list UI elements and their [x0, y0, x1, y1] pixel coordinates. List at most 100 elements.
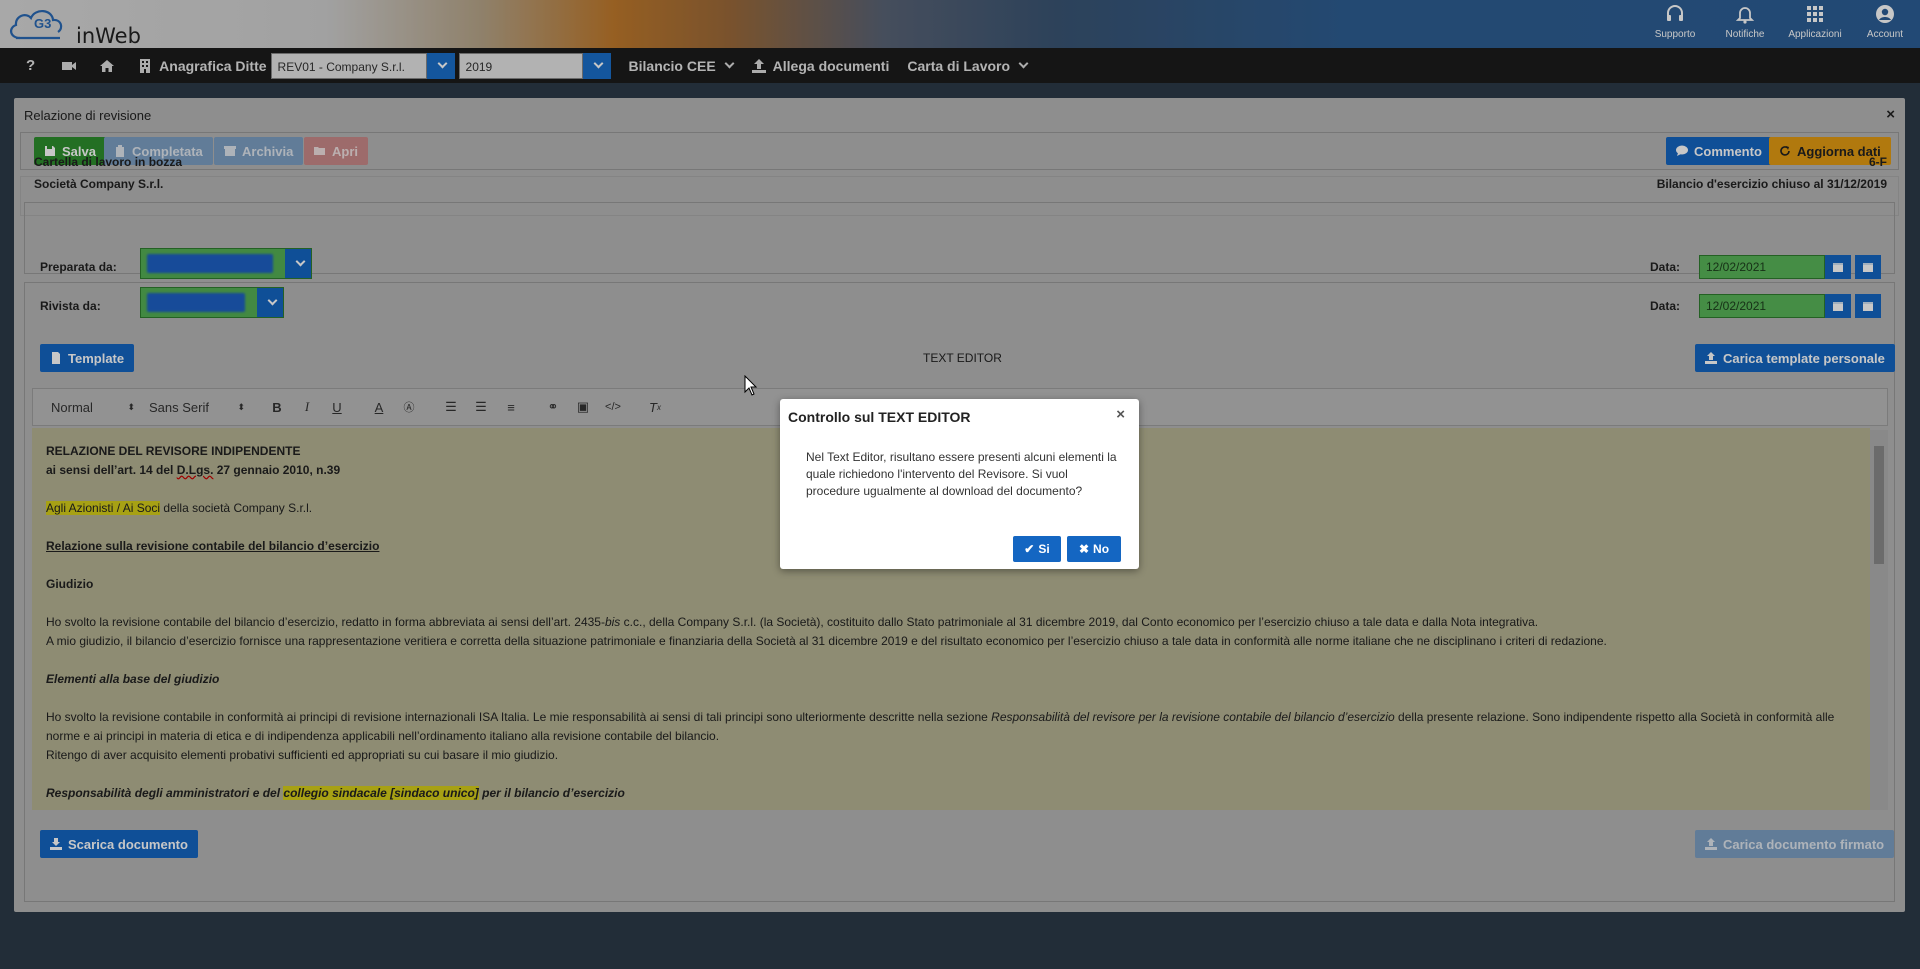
sheet-code: 6-F — [1869, 155, 1887, 169]
account-button[interactable]: Account — [1850, 0, 1920, 48]
link-icon[interactable]: ⚭ — [545, 399, 561, 415]
company-select-value: REV01 - Company S.r.l. — [270, 52, 427, 79]
p3-a: Ho svolto la revisione contabile in conf… — [46, 710, 992, 724]
underline-icon[interactable]: U — [329, 399, 345, 415]
company-text: Società Company S.r.l. — [34, 177, 164, 191]
text-color-icon[interactable]: A — [371, 399, 387, 415]
status-text: Cartella di lavoro in bozza — [34, 155, 183, 169]
calendar-icon[interactable] — [1855, 255, 1881, 279]
p1-bis: bis — [604, 615, 621, 629]
doc-addressee-rest: della società Company S.r.l. — [160, 501, 313, 515]
p1-b: c.c., della Company S.r.l. (la Società),… — [620, 615, 1539, 629]
archive-icon — [224, 146, 236, 156]
logo-letters: G3 — [34, 16, 52, 31]
bell-icon — [1735, 7, 1755, 24]
x-icon: ✖ — [1078, 542, 1090, 556]
template-button[interactable]: Template — [40, 344, 135, 372]
scarica-button[interactable]: Scarica documento — [40, 830, 198, 858]
carica-template-button[interactable]: Carica template personale — [1695, 344, 1895, 372]
archivia-label: Archivia — [242, 143, 294, 159]
folder-open-icon — [314, 147, 325, 155]
bullet-list-icon[interactable]: ☰ — [473, 399, 489, 415]
chevron-down-icon[interactable] — [285, 249, 311, 278]
yes-label: Si — [1038, 542, 1050, 556]
applications-label: Applicazioni — [1788, 29, 1842, 40]
highlight: Agli Azionisti / Ai Soci — [46, 501, 161, 515]
italic-icon[interactable]: I — [299, 399, 315, 415]
anagrafica-label: Anagrafica Ditte — [159, 57, 267, 74]
upload-icon — [1705, 838, 1717, 850]
company-select[interactable]: REV01 - Company S.r.l. — [270, 52, 455, 79]
headset-icon — [1667, 5, 1683, 21]
avatar — [147, 254, 273, 273]
close-icon[interactable]: × — [1116, 406, 1125, 423]
p1-a: Ho svolto la revisione contabile del bil… — [46, 615, 605, 629]
format-select[interactable]: Normal ⬍ — [51, 400, 135, 415]
image-icon[interactable]: ▣ — [575, 399, 591, 415]
applications-button[interactable]: Applicazioni — [1780, 0, 1850, 48]
preparata-select[interactable] — [140, 248, 312, 279]
align-icon[interactable]: ≡ — [503, 399, 519, 415]
video-camera-icon — [62, 61, 77, 70]
resp-a: Responsabilità degli amministratori e de… — [46, 786, 284, 800]
clear-format-icon[interactable]: Tx — [647, 399, 663, 415]
no-button[interactable]: ✖ No — [1067, 536, 1121, 562]
chevron-down-icon[interactable] — [582, 52, 611, 79]
account-label: Account — [1866, 29, 1904, 40]
font-select[interactable]: Sans Serif ⬍ — [149, 400, 245, 415]
carta-menu[interactable]: Carta di Lavoro — [907, 58, 1029, 74]
upload-icon — [1705, 352, 1717, 364]
year-select[interactable]: 2019 — [458, 52, 611, 79]
home-button[interactable] — [99, 58, 115, 74]
notifications-label: Notifiche — [1725, 29, 1765, 40]
carica-firmato-button[interactable]: Carica documento firmato — [1695, 830, 1895, 858]
main-menubar: ? Anagrafica Ditte REV01 - Company S.r.l… — [0, 48, 1920, 83]
help-button[interactable]: ? — [26, 57, 35, 74]
chevron-down-icon[interactable] — [426, 52, 455, 79]
support-button[interactable]: Supporto — [1640, 0, 1710, 48]
chevron-down-icon — [724, 58, 735, 69]
bilancio-menu[interactable]: Bilancio CEE — [628, 57, 735, 74]
video-button[interactable] — [61, 58, 77, 74]
brand-name: inWeb — [76, 24, 141, 48]
confirm-dialog: Controllo sul TEXT EDITOR × Nel Text Edi… — [780, 399, 1139, 569]
building-icon — [140, 58, 151, 73]
doc-subheading-pre: ai sensi dell’art. 14 del — [46, 463, 177, 477]
yes-button[interactable]: ✔ Si — [1013, 536, 1061, 562]
anagrafica-menu[interactable]: Anagrafica Ditte — [137, 57, 267, 74]
commento-button[interactable]: Commento — [1666, 137, 1772, 165]
calendar-icon[interactable] — [1825, 255, 1851, 279]
top-header: G3 inWeb Supporto Notifiche Applicazioni… — [0, 0, 1920, 48]
carica-firmato-label: Carica documento firmato — [1723, 836, 1885, 852]
archivia-button[interactable]: Archivia — [214, 137, 304, 165]
font-select-value: Sans Serif — [149, 399, 209, 415]
date-prep-field[interactable]: 12/02/2021 — [1699, 255, 1825, 279]
ordered-list-icon[interactable]: ☰ — [443, 399, 459, 415]
scrollbar-thumb[interactable] — [1874, 446, 1884, 564]
editor-title: TEXT EDITOR — [923, 351, 1002, 365]
panel-title: Relazione di revisione — [24, 108, 152, 123]
notifications-button[interactable]: Notifiche — [1710, 0, 1780, 48]
download-icon — [50, 838, 62, 850]
doc-paragraph: Ritengo di aver acquisito elementi proba… — [46, 748, 559, 762]
mouse-cursor-icon — [744, 375, 758, 396]
allega-menu[interactable]: Allega documenti — [751, 58, 889, 74]
editor-scrollbar[interactable] — [1870, 430, 1888, 810]
updown-icon: ⬍ — [237, 401, 245, 412]
background-color-icon[interactable]: Ⓐ — [401, 399, 417, 415]
apri-button[interactable]: Apri — [304, 137, 368, 165]
close-icon[interactable]: × — [1886, 106, 1895, 123]
template-label: Template — [68, 350, 125, 366]
year-select-value: 2019 — [458, 52, 583, 79]
chevron-down-icon — [1018, 58, 1029, 69]
carica-template-label: Carica template personale — [1723, 350, 1885, 366]
p3-italic: Responsabilità del revisore per la revis… — [991, 710, 1395, 724]
check-icon: ✔ — [1024, 542, 1035, 556]
bold-icon[interactable]: B — [269, 399, 285, 415]
code-icon[interactable]: </> — [605, 399, 621, 415]
commento-label: Commento — [1694, 143, 1762, 159]
bilancio-label: Bilancio CEE — [628, 57, 716, 74]
account-icon — [1876, 5, 1894, 23]
preparata-label: Preparata da: — [40, 260, 117, 274]
highlight: collegio sindacale [sindaco unico] — [283, 786, 479, 800]
